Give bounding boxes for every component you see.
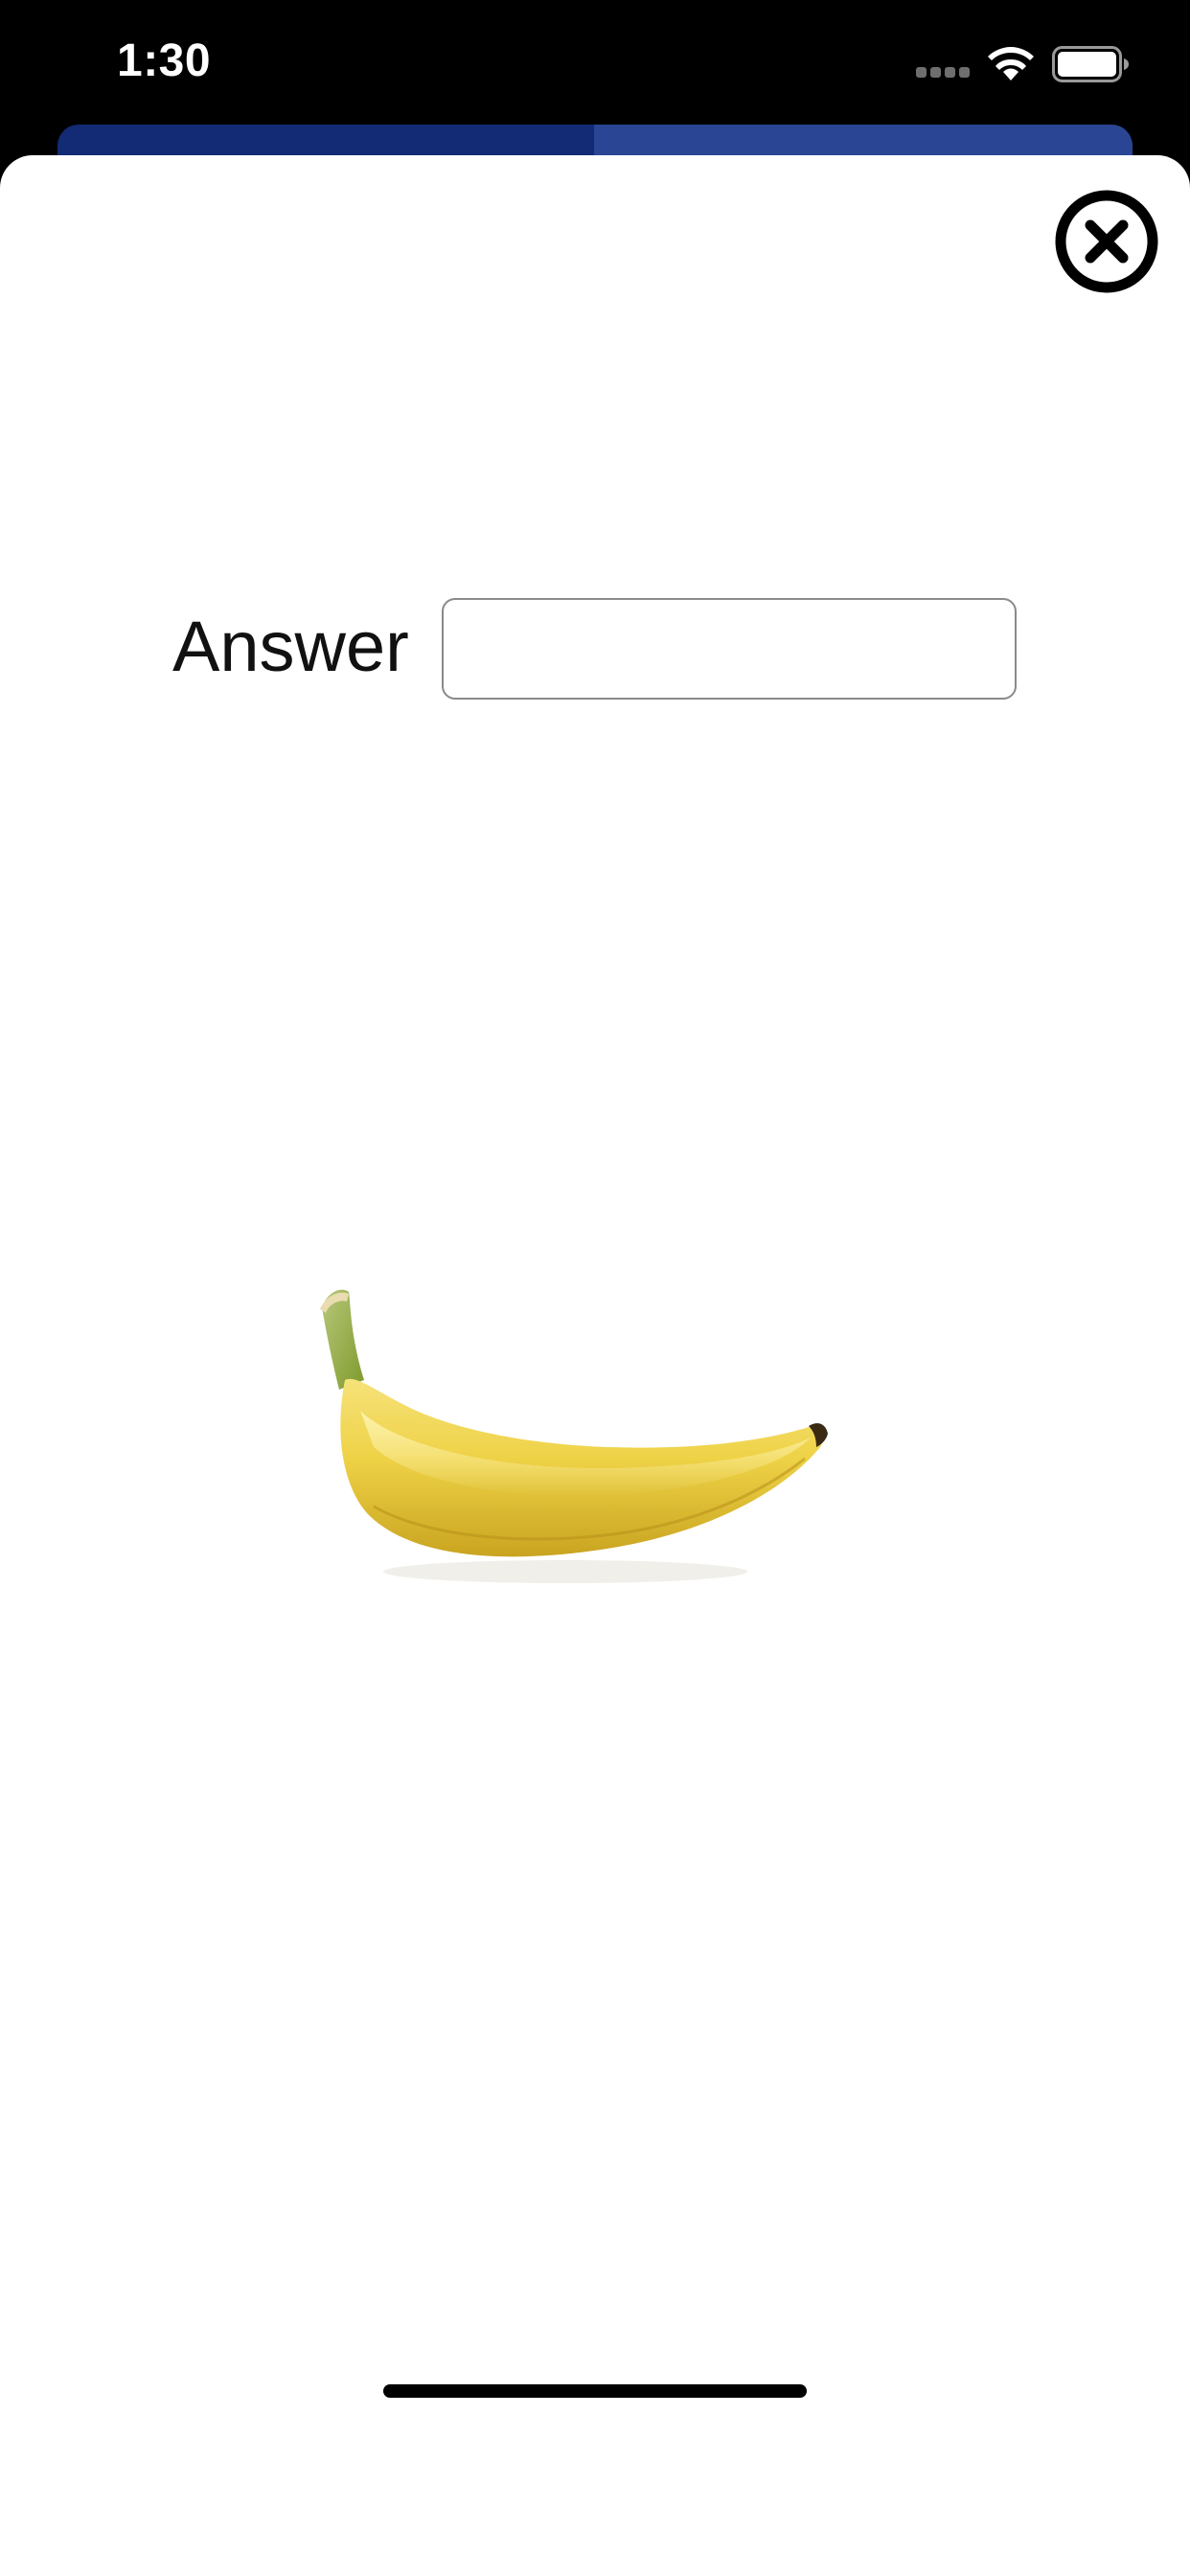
status-time: 1:30: [117, 35, 212, 86]
answer-label: Answer: [172, 607, 409, 686]
battery-icon: [1052, 46, 1129, 82]
home-indicator: [383, 2384, 807, 2398]
app-screen: 1:30 Answer: [0, 0, 1190, 2576]
banana-image: [320, 1289, 828, 1583]
answer-input[interactable]: [442, 598, 1017, 700]
close-button[interactable]: [1053, 188, 1160, 295]
status-bar: 1:30: [0, 0, 1190, 134]
close-circle-icon: [1055, 190, 1158, 293]
wifi-icon: [988, 47, 1034, 80]
signal-icon: [916, 67, 970, 80]
modal-sheet: Answer: [0, 155, 1190, 2576]
